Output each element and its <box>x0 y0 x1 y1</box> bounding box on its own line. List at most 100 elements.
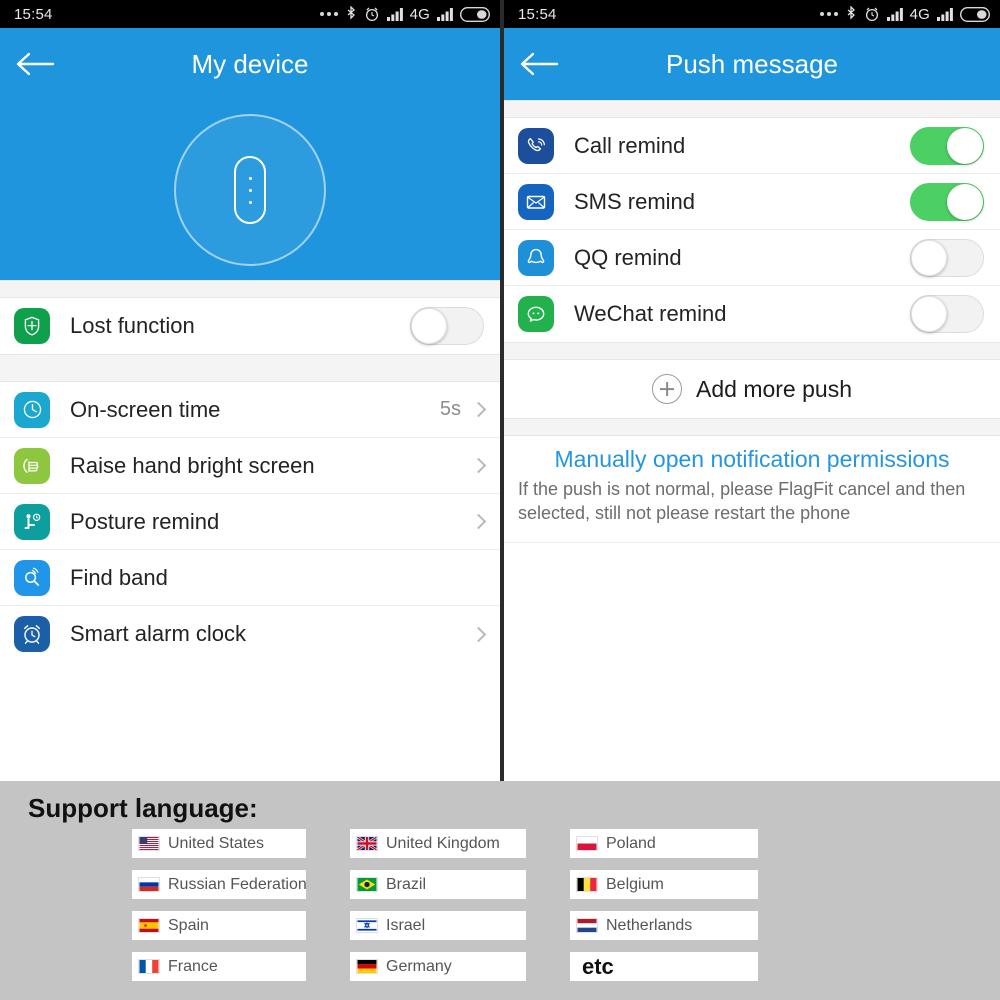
manual-permissions-link[interactable]: Manually open notification permissions <box>518 446 986 473</box>
list-item-label: Smart alarm clock <box>70 621 247 646</box>
signal-bars-icon-2 <box>437 7 453 21</box>
wechat-remind-toggle[interactable] <box>910 295 984 333</box>
list-item-on-screen-time[interactable]: On-screen time 5s <box>0 382 500 438</box>
posture-icon <box>14 503 50 540</box>
list-item[interactable]: United States <box>132 829 306 858</box>
battery-icon <box>960 6 990 22</box>
list-item-find-band[interactable]: Find band <box>0 550 500 606</box>
language-label: etc <box>582 953 614 979</box>
list-item-qq-remind[interactable]: QQ remind <box>504 230 1000 286</box>
flag-br <box>356 877 378 892</box>
signal-bars-icon <box>886 7 903 21</box>
flag-fr <box>138 959 160 974</box>
support-language-title: Support language: <box>28 793 258 823</box>
toggle-knob <box>911 296 947 332</box>
section-divider-3 <box>504 418 1000 436</box>
flag-be <box>576 877 598 892</box>
network-type-label: 4G <box>909 5 930 23</box>
device-settings-section: On-screen time 5s Raise hand bright scre… <box>0 382 500 662</box>
chevron-right-icon <box>470 457 487 474</box>
list-item-wechat-remind[interactable]: WeChat remind <box>504 286 1000 342</box>
sms-remind-toggle[interactable] <box>910 182 984 221</box>
list-item[interactable]: Belgium <box>570 870 758 899</box>
right-app-bar: Push message <box>504 28 1000 100</box>
list-item[interactable]: Germany <box>350 952 526 981</box>
list-item[interactable]: Brazil <box>350 870 526 899</box>
find-band-icon <box>14 559 50 596</box>
right-phone-screen: 15:54 4G Push message Call remind SMS re… <box>500 0 1000 781</box>
wechat-icon <box>518 296 554 332</box>
list-item-label: Find band <box>70 564 168 590</box>
more-dots-icon <box>819 12 838 16</box>
battery-icon <box>460 6 490 22</box>
language-label: Germany <box>386 957 452 975</box>
list-item-etc[interactable]: etc <box>570 952 758 981</box>
list-item-label: On-screen time <box>70 396 221 422</box>
lost-function-toggle[interactable] <box>410 307 484 345</box>
toggle-knob <box>911 239 947 276</box>
section-divider-1 <box>0 280 500 298</box>
bluetooth-icon <box>847 5 855 20</box>
status-bar-right: 15:54 4G <box>504 0 1000 28</box>
language-label: Spain <box>168 916 209 934</box>
add-more-push-button[interactable]: Add more push <box>504 360 1000 418</box>
back-arrow-icon <box>520 52 559 76</box>
section-divider-1 <box>504 100 1000 118</box>
shield-target-icon <box>14 308 50 344</box>
list-item-label: Raise hand bright screen <box>70 452 315 478</box>
list-item-lost-function[interactable]: Lost function <box>0 298 500 354</box>
call-remind-toggle[interactable] <box>910 126 984 165</box>
status-bar-time: 15:54 <box>518 5 557 23</box>
list-item[interactable]: United Kingdom <box>350 829 526 858</box>
list-item-sms-remind[interactable]: SMS remind <box>504 174 1000 230</box>
section-divider-2 <box>0 354 500 382</box>
signal-bars-icon <box>386 7 403 21</box>
left-phone-screen: 15:54 4G My device Lost function On-scre… <box>0 0 500 781</box>
language-label: Brazil <box>386 875 427 893</box>
lost-function-section: Lost function <box>0 298 500 354</box>
list-item-label: Call remind <box>574 132 686 158</box>
list-item[interactable]: Netherlands <box>570 911 758 940</box>
list-item-raise-hand[interactable]: Raise hand bright screen <box>0 438 500 494</box>
add-more-push-label: Add more push <box>696 375 852 402</box>
alarm-clock-icon <box>14 616 50 652</box>
flag-de <box>356 959 378 974</box>
language-label: United Kingdom <box>386 834 500 852</box>
status-bar-time: 15:54 <box>14 5 53 23</box>
flag-ru <box>138 877 160 892</box>
list-item[interactable]: Russian Federation <box>132 870 307 899</box>
device-circle[interactable] <box>174 114 326 266</box>
list-item-posture-remind[interactable]: Posture remind <box>0 494 500 550</box>
list-item-smart-alarm-clock[interactable]: Smart alarm clock <box>0 606 500 662</box>
qq-remind-toggle[interactable] <box>910 238 984 277</box>
list-item[interactable]: Spain <box>132 911 306 940</box>
list-item[interactable]: Poland <box>570 829 758 858</box>
list-item[interactable]: Israel <box>350 911 526 940</box>
alarm-icon <box>865 7 878 22</box>
back-arrow-icon <box>16 52 55 76</box>
flag-il <box>356 918 378 933</box>
toggle-knob <box>947 127 983 164</box>
chevron-right-icon <box>470 626 487 642</box>
language-label: Poland <box>606 834 656 852</box>
language-column-1: United States Russian Federation Spain F… <box>132 829 307 981</box>
back-button[interactable] <box>12 44 58 84</box>
language-label: United States <box>168 834 265 852</box>
language-label: Belgium <box>606 875 664 893</box>
network-type-label: 4G <box>409 5 430 23</box>
list-item[interactable]: France <box>132 952 306 981</box>
list-item-label: Lost function <box>70 313 195 338</box>
push-items-section: Call remind SMS remind QQ remind WeChat … <box>504 118 1000 342</box>
plus-circle-icon <box>652 374 682 404</box>
device-hero <box>0 100 500 280</box>
flag-gb <box>356 836 378 851</box>
on-screen-time-value: 5s <box>439 398 461 420</box>
page-title: Push message <box>666 48 838 79</box>
back-button[interactable] <box>516 44 562 84</box>
list-item-label: QQ remind <box>574 244 682 270</box>
list-item-label: WeChat remind <box>574 301 727 326</box>
list-item-label: Posture remind <box>70 508 220 534</box>
section-divider-2 <box>504 342 1000 360</box>
permissions-note: If the push is not normal, please FlagFi… <box>518 479 966 524</box>
list-item-call-remind[interactable]: Call remind <box>504 118 1000 174</box>
